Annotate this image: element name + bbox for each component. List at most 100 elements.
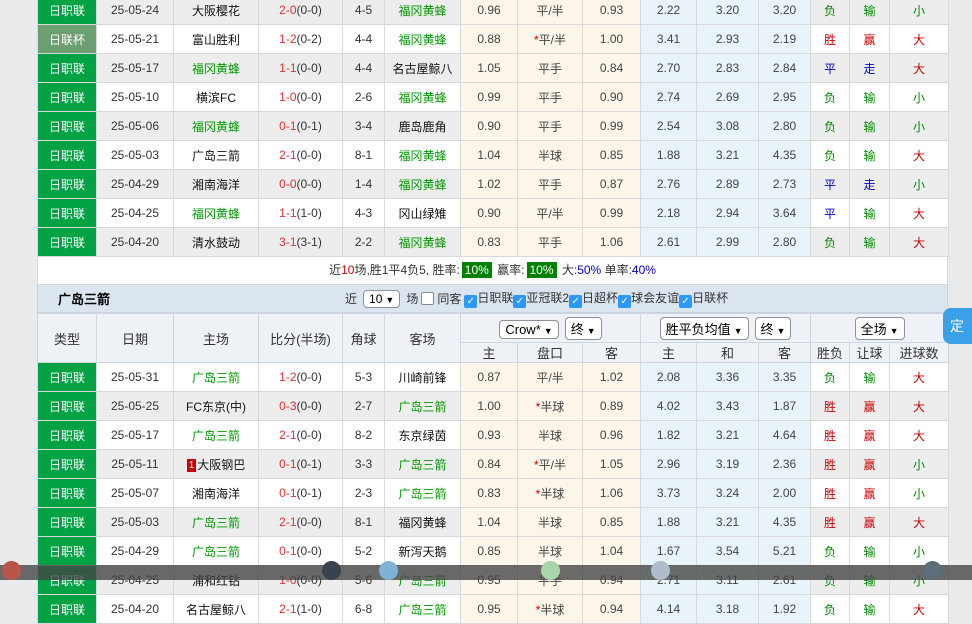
home-team-cell: 湘南海洋 bbox=[174, 479, 259, 508]
home-team-link[interactable]: 大阪钢巴 bbox=[197, 458, 245, 472]
chevron-down-icon: ▼ bbox=[734, 326, 743, 336]
home-team-link[interactable]: 湘南海洋 bbox=[192, 487, 240, 501]
scope-select[interactable]: 全场▼ bbox=[855, 317, 905, 340]
away-team-link[interactable]: 福冈黄蜂 bbox=[398, 178, 446, 192]
time-select-2[interactable]: 终▼ bbox=[755, 317, 792, 340]
league-badge: 日职联 bbox=[38, 392, 97, 421]
league-filter-label: 日职联 bbox=[477, 291, 513, 305]
euro-odds-header: 胜平负均值▼ 终▼ bbox=[641, 314, 811, 343]
match-date: 25-05-11 bbox=[97, 450, 174, 479]
home-team-link[interactable]: 清水鼓动 bbox=[192, 236, 240, 250]
league-badge: 日职联 bbox=[38, 199, 97, 228]
away-team-link[interactable]: 福冈黄蜂 bbox=[398, 91, 446, 105]
eu-home-odds: 2.70 bbox=[641, 54, 697, 83]
league-checkbox[interactable]: ✓ bbox=[679, 295, 692, 308]
score-cell: 2-1(0-0) bbox=[259, 421, 343, 450]
home-team-link[interactable]: 湘南海洋 bbox=[192, 178, 240, 192]
home-team-link[interactable]: 福冈黄蜂 bbox=[192, 207, 240, 221]
match-date: 25-04-29 bbox=[97, 170, 174, 199]
home-team-cell: 福冈黄蜂 bbox=[174, 54, 259, 83]
eu-away-odds: 2.36 bbox=[759, 450, 811, 479]
away-team-link[interactable]: 冈山绿雉 bbox=[398, 207, 446, 221]
league-checkbox[interactable]: ✓ bbox=[513, 295, 526, 308]
result-cell: 胜 bbox=[811, 25, 850, 54]
handicap-cell: 平手 bbox=[518, 112, 583, 141]
halftime-score: (0-0) bbox=[297, 428, 322, 442]
home-team-link[interactable]: 广岛三箭 bbox=[192, 545, 240, 559]
taskbar-icon-5[interactable] bbox=[651, 561, 670, 580]
match-count-select[interactable]: 10▼ bbox=[363, 290, 400, 308]
away-team-cell: 川崎前锋 bbox=[385, 363, 461, 392]
result-cell: 平 bbox=[811, 54, 850, 83]
home-team-link[interactable]: 广岛三箭 bbox=[192, 371, 240, 385]
away-team-link[interactable]: 广岛三箭 bbox=[398, 603, 446, 617]
away-team-link[interactable]: 福冈黄蜂 bbox=[398, 33, 446, 47]
away-team-link[interactable]: 东京绿茵 bbox=[398, 429, 446, 443]
home-team-link[interactable]: 广岛三箭 bbox=[192, 149, 240, 163]
eu-away-odds: 2.80 bbox=[759, 228, 811, 257]
home-team-link[interactable]: 横滨FC bbox=[196, 91, 236, 105]
handicap-cell: *半球 bbox=[518, 595, 583, 624]
odds-type-select[interactable]: 胜平负均值▼ bbox=[660, 317, 749, 340]
fulltime-score: 0-0 bbox=[279, 177, 296, 191]
away-team-cell: 鹿岛鹿角 bbox=[385, 112, 461, 141]
home-team-link[interactable]: 富山胜利 bbox=[192, 33, 240, 47]
taskbar-icon-3[interactable] bbox=[379, 561, 398, 580]
eu-away-odds: 5.21 bbox=[759, 537, 811, 566]
away-team-link[interactable]: 福冈黄蜂 bbox=[398, 4, 446, 18]
home-team-link[interactable]: FC东京(中) bbox=[186, 400, 246, 414]
home-team-link[interactable]: 福冈黄蜂 bbox=[192, 62, 240, 76]
result-cell: 负 bbox=[811, 537, 850, 566]
fulltime-score: 1-1 bbox=[279, 61, 296, 75]
taskbar-icon-4[interactable] bbox=[541, 561, 560, 580]
ah-away-odds: 0.93 bbox=[583, 0, 641, 25]
same-venue-checkbox[interactable] bbox=[421, 292, 434, 305]
league-filter-group: ✓日职联✓亚冠联2✓日超杯✓球会友谊✓日联杯 bbox=[464, 289, 728, 308]
taskbar-icon-1[interactable] bbox=[2, 561, 21, 580]
eu-draw-odds: 3.19 bbox=[697, 450, 759, 479]
away-team-link[interactable]: 广岛三箭 bbox=[398, 458, 446, 472]
score-cell: 0-1(0-1) bbox=[259, 112, 343, 141]
league-badge: 日职联 bbox=[38, 141, 97, 170]
league-filter-label: 日超杯 bbox=[582, 291, 618, 305]
home-team-link[interactable]: 名古屋鲸八 bbox=[186, 603, 246, 617]
fulltime-score: 2-1 bbox=[279, 515, 296, 529]
same-venue-label: 同客 bbox=[437, 290, 461, 307]
league-checkbox[interactable]: ✓ bbox=[569, 295, 582, 308]
eu-home-odds: 2.18 bbox=[641, 199, 697, 228]
halftime-score: (0-0) bbox=[297, 148, 322, 162]
away-team-link[interactable]: 广岛三箭 bbox=[398, 487, 446, 501]
away-team-link[interactable]: 福冈黄蜂 bbox=[398, 516, 446, 530]
halftime-score: (0-0) bbox=[297, 370, 322, 384]
handicap-text: 半球 bbox=[538, 545, 562, 559]
league-badge: 日职联 bbox=[38, 170, 97, 199]
league-checkbox[interactable]: ✓ bbox=[464, 295, 477, 308]
score-cell: 1-2(0-0) bbox=[259, 363, 343, 392]
away-team-link[interactable]: 名古屋鲸八 bbox=[392, 62, 452, 76]
taskbar-icon-6[interactable] bbox=[923, 561, 942, 580]
away-team-link[interactable]: 福冈黄蜂 bbox=[398, 236, 446, 250]
home-team-link[interactable]: 广岛三箭 bbox=[192, 429, 240, 443]
league-badge: 日职联 bbox=[38, 508, 97, 537]
result-cell: 胜 bbox=[811, 392, 850, 421]
floating-side-tab[interactable]: 定 bbox=[943, 308, 972, 344]
fukuoka-matches-table: 日职联25-05-24大阪樱花2-0(0-0)4-5福冈黄蜂0.96平/半0.9… bbox=[37, 0, 949, 257]
fulltime-score: 2-0 bbox=[279, 3, 296, 17]
home-team-link[interactable]: 福冈黄蜂 bbox=[192, 120, 240, 134]
away-team-link[interactable]: 鹿岛鹿角 bbox=[398, 120, 446, 134]
bookmaker-select[interactable]: Crow*▼ bbox=[499, 320, 558, 339]
away-team-link[interactable]: 福冈黄蜂 bbox=[398, 149, 446, 163]
taskbar-icon-2[interactable] bbox=[322, 561, 341, 580]
away-team-link[interactable]: 川崎前锋 bbox=[398, 371, 446, 385]
away-team-link[interactable]: 广岛三箭 bbox=[398, 400, 446, 414]
col-header-score: 比分(半场) bbox=[259, 314, 343, 363]
handicap-cell: 平手 bbox=[518, 54, 583, 83]
time-select[interactable]: 终▼ bbox=[565, 317, 602, 340]
away-team-link[interactable]: 新泻天鹅 bbox=[398, 545, 446, 559]
league-checkbox[interactable]: ✓ bbox=[618, 295, 631, 308]
home-team-link[interactable]: 广岛三箭 bbox=[192, 516, 240, 530]
home-team-link[interactable]: 大阪樱花 bbox=[192, 4, 240, 18]
summary-text: 单率: bbox=[601, 263, 632, 277]
handicap-text: 平/半 bbox=[539, 458, 566, 472]
eu-away-odds: 4.35 bbox=[759, 508, 811, 537]
